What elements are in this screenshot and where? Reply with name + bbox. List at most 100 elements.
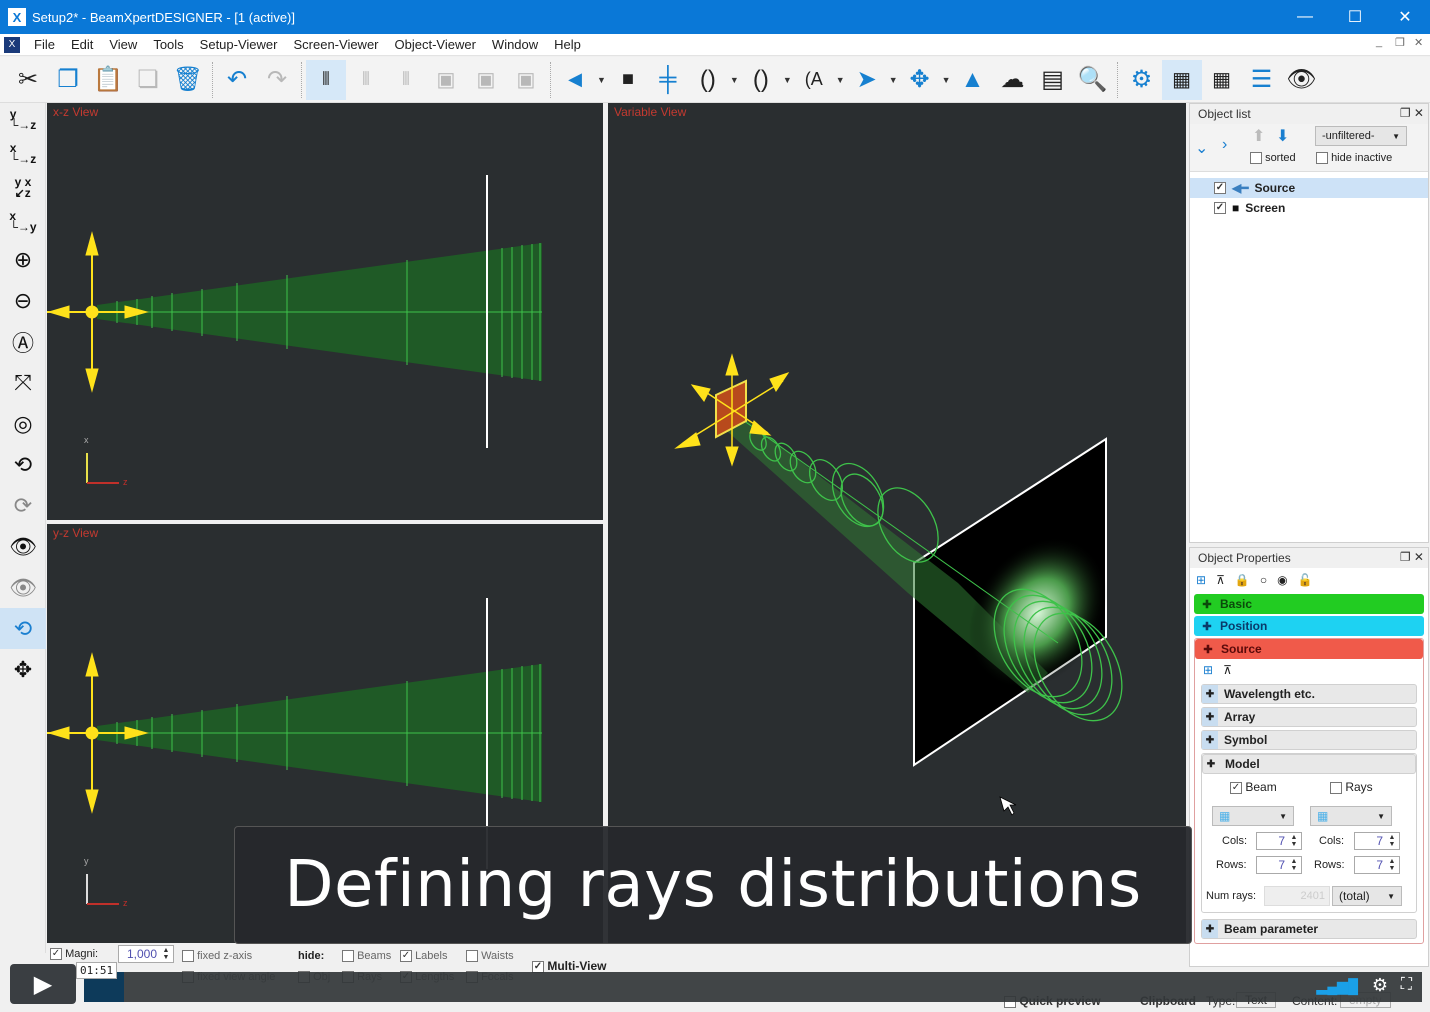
menu-file[interactable]: File bbox=[26, 37, 63, 52]
hide-waists-check-box[interactable] bbox=[466, 950, 478, 963]
splitter-dropdown-icon[interactable]: ▼ bbox=[942, 75, 951, 85]
copy-icon[interactable]: ❐ bbox=[48, 60, 88, 100]
mode-radio-left[interactable]: ○ bbox=[1260, 573, 1267, 587]
fit-center-icon[interactable]: ⤧ bbox=[0, 362, 46, 403]
hide-beams-check-box[interactable] bbox=[342, 950, 354, 963]
zoom-target-icon[interactable]: ◎ bbox=[0, 403, 46, 444]
view-copy-icon[interactable]: 👁 bbox=[0, 526, 46, 567]
subsection-model[interactable]: ✚ Model bbox=[1202, 754, 1416, 774]
object-active-checkbox[interactable]: ✓ bbox=[1214, 182, 1226, 194]
object-list-float-close-icon[interactable]: ❐ ✕ bbox=[1400, 106, 1424, 120]
beam-splitter-icon[interactable]: ✥ bbox=[900, 60, 940, 100]
collapse-all-icon[interactable]: › bbox=[1222, 136, 1227, 154]
close-button[interactable]: ✕ bbox=[1380, 0, 1430, 34]
view-paste-icon[interactable]: 👁 bbox=[0, 567, 46, 608]
subsection-array[interactable]: ✚ Array bbox=[1201, 707, 1417, 727]
report-icon[interactable]: ▤ bbox=[1033, 60, 1073, 100]
expand-all-icon[interactable]: ⌄ bbox=[1195, 138, 1208, 158]
settings-icon[interactable]: ⚙ bbox=[1122, 60, 1162, 100]
zoom-undo-icon[interactable]: ⟲ bbox=[0, 444, 46, 485]
beam-rows-spinbox[interactable]: 7 ▲ ▼ bbox=[1256, 856, 1302, 874]
delete-icon[interactable]: 🗑 bbox=[168, 60, 208, 100]
menu-screen-viewer[interactable]: Screen-Viewer bbox=[285, 37, 386, 52]
rays-distribution-dropdown[interactable]: ▦ ▼ bbox=[1310, 806, 1392, 826]
expand-all-sections-icon[interactable]: ⊞ bbox=[1196, 573, 1206, 587]
lens-icon[interactable]: () bbox=[688, 60, 728, 100]
view-yz-button[interactable]: y └→z bbox=[0, 103, 46, 137]
magni-spinbox[interactable]: 1,000 ▲ ▼ bbox=[118, 945, 174, 963]
video-progress-track[interactable]: ▂▄▆█ ⚙ ⛶ bbox=[84, 972, 1422, 1002]
mode-radio-right[interactable]: ◉ bbox=[1277, 573, 1287, 587]
magni-checkbox[interactable]: ✓ Magni: bbox=[50, 948, 98, 961]
beam-model-tab[interactable]: ✓ Beam bbox=[1230, 780, 1277, 794]
xz-view-canvas[interactable]: x-z View x z bbox=[47, 103, 603, 520]
undo-icon[interactable]: ↶ bbox=[217, 60, 257, 100]
section-position[interactable]: ✚ Position bbox=[1194, 616, 1424, 636]
hide-labels-checkbox[interactable]: ✓ Labels bbox=[400, 950, 447, 963]
hide-waists-checkbox[interactable]: Waists bbox=[466, 950, 514, 963]
sorted-checkbox[interactable]: sorted bbox=[1250, 152, 1296, 165]
spin-arrows-icon[interactable]: ▲ ▼ bbox=[1387, 858, 1397, 872]
optics-group-icon[interactable]: ⦀ bbox=[346, 60, 386, 100]
menu-tools[interactable]: Tools bbox=[145, 37, 191, 52]
source-move-handles[interactable] bbox=[47, 652, 149, 814]
paste-icon[interactable]: 📋 bbox=[88, 60, 128, 100]
section-basic[interactable]: ✚ Basic bbox=[1194, 594, 1424, 614]
menu-window[interactable]: Window bbox=[484, 37, 546, 52]
aspheric-dropdown-icon[interactable]: ▼ bbox=[836, 75, 845, 85]
menu-object-viewer[interactable]: Object-Viewer bbox=[387, 37, 484, 52]
expand-subsections-icon[interactable]: ⊞ bbox=[1203, 663, 1213, 677]
calc-beam-icon[interactable]: ▦ bbox=[1161, 59, 1202, 100]
menu-view[interactable]: View bbox=[101, 37, 145, 52]
beam-cols-spinbox[interactable]: 7 ▲ ▼ bbox=[1256, 832, 1302, 850]
hide-labels-check-box[interactable]: ✓ bbox=[400, 950, 412, 963]
unlock-icon[interactable]: 🔓 bbox=[1298, 573, 1313, 587]
thick-lens-icon[interactable]: () bbox=[741, 60, 781, 100]
rays-checkbox[interactable] bbox=[1330, 781, 1342, 794]
move-up-icon[interactable]: ⬆ bbox=[1252, 126, 1265, 146]
mdi-close-button[interactable]: ✕ bbox=[1414, 36, 1423, 49]
minimize-button[interactable]: — bbox=[1280, 0, 1330, 34]
subsection-symbol[interactable]: ✚ Symbol bbox=[1201, 730, 1417, 750]
zoom-redo-icon[interactable]: ⟳ bbox=[0, 485, 46, 526]
object-active-checkbox[interactable]: ✓ bbox=[1214, 202, 1226, 214]
move-down-icon[interactable]: ⬇ bbox=[1276, 126, 1289, 146]
subsection-wavelength[interactable]: ✚ Wavelength etc. bbox=[1201, 684, 1417, 704]
paste-special-icon[interactable]: ❏ bbox=[128, 60, 168, 100]
image-save-icon[interactable]: ▣ bbox=[506, 60, 546, 100]
image-open-icon[interactable]: ▣ bbox=[426, 60, 466, 100]
mirror-dropdown-icon[interactable]: ▼ bbox=[889, 75, 898, 85]
cut-icon[interactable]: ✂ bbox=[8, 60, 48, 100]
screen-icon[interactable]: ■ bbox=[608, 60, 648, 100]
fullscreen-icon[interactable]: ⛶ bbox=[1401, 976, 1412, 994]
calc-icon[interactable]: ▦ bbox=[1202, 60, 1242, 100]
view-xz-button[interactable]: x └→z bbox=[0, 137, 46, 171]
rays-rows-spinbox[interactable]: 7 ▲ ▼ bbox=[1354, 856, 1400, 874]
thick-lens-dropdown-icon[interactable]: ▼ bbox=[783, 75, 792, 85]
redo-icon[interactable]: ↷ bbox=[257, 60, 297, 100]
rays-model-tab[interactable]: Rays bbox=[1330, 780, 1373, 794]
visibility-icon[interactable]: 👁 bbox=[1282, 60, 1322, 100]
source-icon[interactable]: ◀ bbox=[555, 60, 595, 100]
collapse-all-sections-icon[interactable]: ⊼ bbox=[1216, 573, 1225, 587]
rays-cols-spinbox[interactable]: 7 ▲ ▼ bbox=[1354, 832, 1400, 850]
search-report-icon[interactable]: 🔍 bbox=[1073, 60, 1113, 100]
mdi-minimize-button[interactable]: _ bbox=[1376, 36, 1382, 48]
beam-checkbox[interactable]: ✓ bbox=[1230, 781, 1242, 794]
quality-icon[interactable]: ▂▄▆█ bbox=[1317, 978, 1358, 995]
ray-calc-icon[interactable]: ☰ bbox=[1242, 60, 1282, 100]
mirror-icon[interactable]: ➤ bbox=[847, 60, 887, 100]
select-optics-icon[interactable]: ⦀ bbox=[306, 59, 346, 100]
maximize-button[interactable]: ☐ bbox=[1330, 0, 1380, 34]
rotate-icon[interactable]: ⟲ bbox=[0, 608, 46, 649]
menu-setup-viewer[interactable]: Setup-Viewer bbox=[192, 37, 286, 52]
object-item-screen[interactable]: ✓ ■ Screen bbox=[1190, 198, 1428, 218]
menu-help[interactable]: Help bbox=[546, 37, 589, 52]
view-xy-button[interactable]: x └→y bbox=[0, 205, 46, 239]
hide-beams-checkbox[interactable]: Beams bbox=[342, 950, 391, 963]
view-xyz-button[interactable]: y x ↙z bbox=[0, 171, 46, 205]
magni-check-box[interactable]: ✓ bbox=[50, 948, 62, 961]
optics-edit-icon[interactable]: ⦀ bbox=[386, 60, 426, 100]
hide-inactive-check-box[interactable] bbox=[1316, 152, 1328, 165]
menu-edit[interactable]: Edit bbox=[63, 37, 101, 52]
